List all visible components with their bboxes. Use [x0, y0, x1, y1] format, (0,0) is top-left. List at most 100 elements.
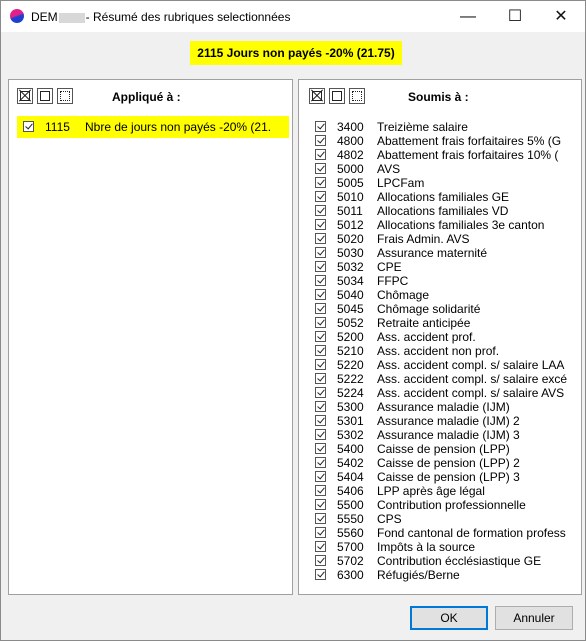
uncheck-all-button[interactable] — [37, 88, 53, 104]
list-item[interactable]: 6300 Réfugiés/Berne — [315, 568, 581, 582]
list-item-checkbox[interactable] — [315, 569, 326, 580]
list-item-checkbox[interactable] — [315, 373, 326, 384]
list-item[interactable]: 5560 Fond cantonal de formation profess — [315, 526, 581, 540]
list-item-checkbox[interactable] — [315, 457, 326, 468]
list-item-checkbox[interactable] — [315, 121, 326, 132]
ok-button[interactable]: OK — [410, 606, 488, 630]
list-item-checkbox[interactable] — [315, 555, 326, 566]
title-bar: DEM - Résumé des rubriques selectionnées … — [1, 1, 585, 32]
check-all-button[interactable] — [309, 88, 325, 104]
list-item-code: 5302 — [337, 428, 364, 442]
list-item-label: Fond cantonal de formation profess — [377, 526, 566, 540]
list-item-checkbox[interactable] — [315, 191, 326, 202]
list-item[interactable]: 5210 Ass. accident non prof. — [315, 344, 581, 358]
list-item[interactable]: 5702 Contribution écclésiastique GE — [315, 554, 581, 568]
list-item[interactable]: 5700 Impôts à la source — [315, 540, 581, 554]
list-item[interactable]: 5301 Assurance maladie (IJM) 2 — [315, 414, 581, 428]
list-item[interactable]: 5052 Retraite anticipée — [315, 316, 581, 330]
list-item[interactable]: 5400 Caisse de pension (LPP) — [315, 442, 581, 456]
list-item-code: 5011 — [337, 204, 363, 218]
title-suffix: - Résumé des rubriques selectionnées — [85, 10, 291, 24]
list-item[interactable]: 5402 Caisse de pension (LPP) 2 — [315, 456, 581, 470]
list-item[interactable]: 4800 Abattement frais forfaitaires 5% (G — [315, 134, 581, 148]
list-item-checkbox[interactable] — [315, 429, 326, 440]
minimize-button[interactable]: — — [445, 1, 491, 32]
list-item[interactable]: 4802 Abattement frais forfaitaires 10% ( — [315, 148, 581, 162]
list-item[interactable]: 5404 Caisse de pension (LPP) 3 — [315, 470, 581, 484]
list-item-checkbox[interactable] — [315, 485, 326, 496]
check-all-button[interactable] — [17, 88, 33, 104]
list-item-checkbox[interactable] — [315, 401, 326, 412]
list-item[interactable]: 5224 Ass. accident compl. s/ salaire AVS — [315, 386, 581, 400]
list-item-label: Retraite anticipée — [377, 316, 471, 330]
list-item-checkbox[interactable] — [315, 233, 326, 244]
uncheck-all-button[interactable] — [329, 88, 345, 104]
list-item-checkbox[interactable] — [315, 261, 326, 272]
list-item[interactable]: 5012 Allocations familiales 3e canton — [315, 218, 581, 232]
list-item-checkbox[interactable] — [315, 289, 326, 300]
list-item[interactable]: 5040 Chômage — [315, 288, 581, 302]
list-item-checkbox[interactable] — [315, 205, 326, 216]
list-item-checkbox[interactable] — [315, 163, 326, 174]
invert-selection-button[interactable] — [349, 88, 365, 104]
list-item-label: Ass. accident compl. s/ salaire LAA — [377, 358, 565, 372]
list-item-checkbox[interactable] — [315, 219, 326, 230]
list-item[interactable]: 5222 Ass. accident compl. s/ salaire excé — [315, 372, 581, 386]
list-item-checkbox[interactable] — [315, 541, 326, 552]
close-button[interactable]: ✕ — [538, 1, 584, 32]
list-item-checkbox[interactable] — [315, 177, 326, 188]
list-item-checkbox[interactable] — [315, 317, 326, 328]
list-item-label: Abattement frais forfaitaires 5% (G — [377, 134, 562, 148]
list-item-checkbox[interactable] — [315, 499, 326, 510]
list-item-checkbox[interactable] — [315, 247, 326, 258]
maximize-button[interactable]: ☐ — [492, 1, 538, 32]
list-item[interactable]: 5550 CPS — [315, 512, 581, 526]
list-item[interactable]: 5030 Assurance maternité — [315, 246, 581, 260]
list-item-checkbox[interactable] — [315, 513, 326, 524]
cancel-button[interactable]: Annuler — [495, 606, 573, 630]
list-item-checkbox[interactable] — [315, 527, 326, 538]
list-item-code: 5012 — [337, 218, 364, 232]
list-item[interactable]: 5300 Assurance maladie (IJM) — [315, 400, 581, 414]
list-item-code: 5030 — [337, 246, 364, 260]
list-item[interactable]: 5020 Frais Admin. AVS — [315, 232, 581, 246]
list-item[interactable]: 5220 Ass. accident compl. s/ salaire LAA — [315, 358, 581, 372]
list-item-code: 4802 — [337, 148, 364, 162]
list-item[interactable]: 5500 Contribution professionnelle — [315, 498, 581, 512]
list-item[interactable]: 5045 Chômage solidarité — [315, 302, 581, 316]
list-item[interactable]: 5010 Allocations familiales GE — [315, 190, 581, 204]
list-item-checkbox[interactable] — [315, 135, 326, 146]
list-item[interactable]: 5200 Ass. accident prof. — [315, 330, 581, 344]
list-item[interactable]: 3400 Treizième salaire — [315, 120, 581, 134]
list-item[interactable]: 5011 Allocations familiales VD — [315, 204, 581, 218]
list-item-code: 5032 — [337, 260, 364, 274]
applied-item-checkbox[interactable] — [23, 121, 34, 132]
list-item-checkbox[interactable] — [315, 303, 326, 314]
list-item-checkbox[interactable] — [315, 387, 326, 398]
list-item[interactable]: 5000 AVS — [315, 162, 581, 176]
list-item-label: FFPC — [377, 274, 409, 288]
list-item-label: Caisse de pension (LPP) — [377, 442, 510, 456]
list-item-label: Réfugiés/Berne — [377, 568, 460, 582]
list-item-checkbox[interactable] — [315, 149, 326, 160]
invert-selection-button[interactable] — [57, 88, 73, 104]
list-item[interactable]: 5005 LPCFam — [315, 176, 581, 190]
list-item[interactable]: 5034 FFPC — [315, 274, 581, 288]
list-item-checkbox[interactable] — [315, 345, 326, 356]
list-item[interactable]: 5302 Assurance maladie (IJM) 3 — [315, 428, 581, 442]
list-item-code: 5402 — [337, 456, 364, 470]
list-item-checkbox[interactable] — [315, 359, 326, 370]
list-item[interactable]: 5032 CPE — [315, 260, 581, 274]
list-item-label: Contribution écclésiastique GE — [377, 554, 542, 568]
list-item-checkbox[interactable] — [315, 331, 326, 342]
list-item-checkbox[interactable] — [315, 471, 326, 482]
list-item-code: 4800 — [337, 134, 364, 148]
list-item-code: 5005 — [337, 176, 364, 190]
list-item-checkbox[interactable] — [315, 415, 326, 426]
list-item[interactable]: 5406 LPP après âge légal — [315, 484, 581, 498]
list-item-checkbox[interactable] — [315, 443, 326, 454]
app-logo-icon — [10, 9, 24, 23]
list-item-label: Assurance maladie (IJM) — [377, 400, 510, 414]
list-item-checkbox[interactable] — [315, 275, 326, 286]
applied-item[interactable]: 1115 Nbre de jours non payés -20% (21. — [17, 116, 289, 138]
